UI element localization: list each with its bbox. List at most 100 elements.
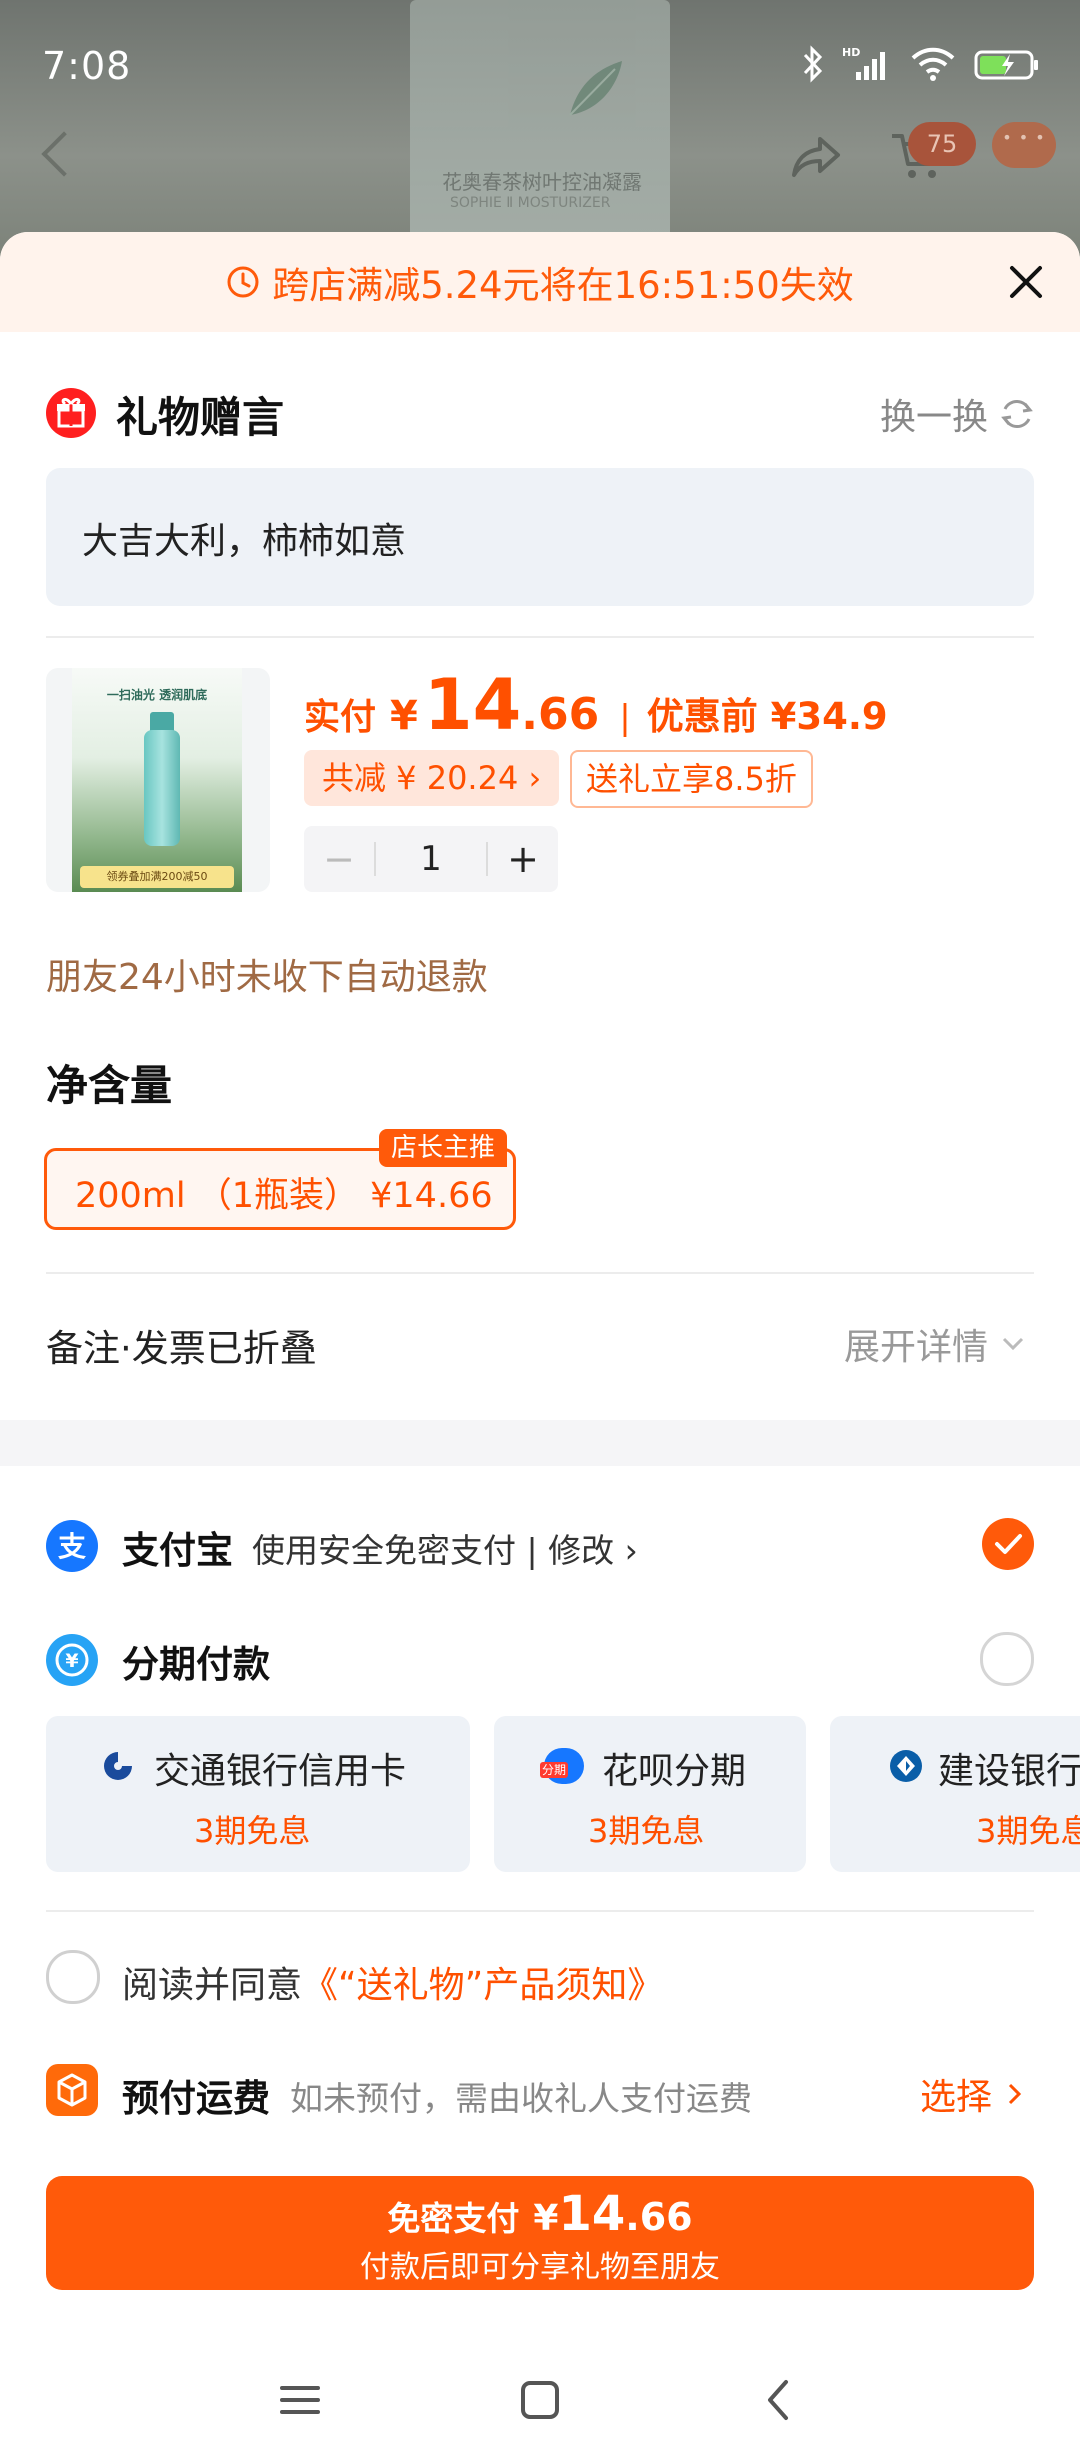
agreement-text: 阅读并同意《“送礼物”产品须知》 (122, 1956, 663, 2008)
product-image[interactable]: 一扫油光 透润肌底 领券叠加满200减50 (46, 668, 270, 892)
gift-discount-tag: 送礼立享8.5折 (570, 750, 813, 808)
gift-order-sheet: 跨店满减5.24元将在16:51:50失效 礼物赠言 换一换 大吉大利，柿柿如意… (0, 232, 1080, 2460)
agreement-checkbox[interactable] (46, 1950, 100, 2004)
spec-option-200ml[interactable]: 200ml （1瓶装） ¥14.66 店长主推 (44, 1129, 516, 1230)
price-currency: ¥ (390, 693, 418, 739)
installment-option-ccb[interactable]: 建设银行 3期免息 (830, 1716, 1080, 1872)
checkmark-icon (995, 1534, 1022, 1554)
divider (46, 1272, 1034, 1274)
agreement-link[interactable]: 《“送礼物”产品须知》 (302, 1965, 663, 2006)
installment-option-name: 建设银行 (938, 1751, 1080, 1792)
payment-option-alipay[interactable]: 支 支付宝 使用安全免密支付 | 修改 › (46, 1516, 1034, 1576)
shipping-box-icon (46, 2064, 98, 2116)
close-icon[interactable] (1000, 256, 1052, 308)
swap-message-button[interactable]: 换一换 (880, 388, 1036, 440)
background-product-caption: 花奥春茶树叶控油凝露 (442, 170, 642, 194)
status-bar: 7:08 HD (0, 0, 1080, 130)
gift-message-title: 礼物赠言 (116, 393, 285, 442)
prepay-shipping-name: 预付运费 (122, 2077, 270, 2120)
battery-icon (974, 50, 1038, 80)
product-image-card: 一扫油光 透润肌底 领券叠加满200减50 (72, 668, 242, 892)
status-icons: HD (802, 44, 1040, 84)
installment-option-huabei[interactable]: 分期 花呗分期 3期免息 (494, 1716, 806, 1872)
ccb-logo-icon (890, 1750, 922, 1782)
installment-option-name: 交通银行信用卡 (154, 1751, 407, 1792)
huabei-logo-badge: 分期 (540, 1762, 569, 1778)
agreement-row: 阅读并同意《“送礼物”产品须知》 (46, 1950, 1034, 2006)
bluetooth-icon (803, 45, 823, 83)
pay-button-currency: ¥ (533, 2198, 559, 2239)
alipay-icon: 支 (46, 1520, 98, 1572)
installment-yen-icon: ¥ (46, 1634, 98, 1686)
home-icon[interactable] (510, 2370, 570, 2430)
pay-button[interactable]: 免密支付 ¥ 14 .66 付款后即可分享礼物至朋友 (46, 2176, 1034, 2290)
refresh-icon (1001, 399, 1033, 429)
gift-message-box[interactable]: 大吉大利，柿柿如意 (46, 468, 1034, 606)
alipay-radio-selected[interactable] (982, 1518, 1034, 1570)
spec-option-label: 200ml （1瓶装） ¥14.66 (75, 1176, 493, 1216)
prepay-shipping-desc: 如未预付，需由收礼人支付运费 (290, 2079, 752, 2118)
price-row: 实付 ¥ 14 .66 | 优惠前 ¥34.9 (304, 664, 888, 746)
gift-message-header: 礼物赠言 换一换 (46, 382, 1036, 442)
pay-button-label: 免密支付 (387, 2199, 520, 2238)
installment-option-sub: 3期免息 (194, 1812, 311, 1850)
prepay-shipping-row[interactable]: 预付运费 如未预付，需由收礼人支付运费 选择 (46, 2062, 1034, 2122)
recommended-badge: 店长主推 (379, 1129, 508, 1167)
quantity-value[interactable]: 1 (374, 842, 488, 876)
huabei-logo-icon: 分期 (540, 1748, 584, 1784)
quantity-increase-button[interactable]: + (488, 837, 558, 881)
spec-title: 净含量 (46, 1061, 173, 1110)
installment-option-sub: 3期免息 (588, 1812, 705, 1850)
agreement-label: 阅读并同意 (122, 1965, 303, 2006)
background-product-sub: SOPHIE Ⅱ MOSTURIZER (450, 195, 611, 211)
chevron-down-icon (1002, 1337, 1024, 1351)
price-label: 实付 (304, 697, 377, 738)
pay-button-amount-int: 14 (558, 2186, 626, 2242)
shipping-select-button[interactable]: 选择 (920, 2068, 1026, 2120)
back-icon (41, 131, 87, 177)
svg-text:¥: ¥ (65, 1650, 78, 1672)
expand-details-button[interactable]: 展开详情 (844, 1318, 1028, 1370)
clock-icon (227, 266, 259, 298)
promo-banner: 跨店满减5.24元将在16:51:50失效 (0, 232, 1080, 332)
discount-tag[interactable]: 共减 ¥ 20.24 › (304, 750, 560, 806)
refund-note: 朋友24小时未收下自动退款 (46, 957, 488, 998)
price-decimal: .66 (521, 689, 600, 740)
product-image-footer: 领券叠加满200减50 (80, 866, 234, 888)
product-image-headline: 一扫油光 透润肌底 (106, 688, 208, 702)
payment-option-installment[interactable]: ¥ 分期付款 (46, 1630, 1034, 1690)
bottle-icon (144, 730, 180, 846)
gift-message-text: 大吉大利，柿柿如意 (82, 521, 407, 562)
signal-icon: HD (842, 46, 885, 80)
quantity-decrease-button[interactable]: − (304, 837, 374, 881)
divider (46, 636, 1034, 638)
installment-radio[interactable] (980, 1632, 1034, 1686)
wifi-icon (911, 47, 955, 81)
svg-text:支: 支 (58, 1530, 86, 1563)
installment-option-name: 花呗分期 (602, 1751, 747, 1792)
back-nav-icon[interactable] (750, 2370, 810, 2430)
price-integer: 14 (423, 664, 522, 746)
notes-invoice-row[interactable]: 备注·发票已折叠 展开详情 (46, 1314, 1034, 1374)
pay-button-subtitle: 付款后即可分享礼物至朋友 (360, 2250, 720, 2285)
installment-option-bocom[interactable]: 交通银行信用卡 3期免息 (46, 1716, 470, 1872)
svg-text:HD: HD (842, 46, 860, 59)
bocom-logo-icon (104, 1752, 132, 1780)
installment-options: 交通银行信用卡 3期免息 分期 花呗分期 3期免息 建设银行 3期免息 (46, 1716, 1080, 1876)
original-price: 优惠前 ¥34.9 (646, 695, 888, 738)
promo-text: 跨店满减5.24元将在16:51:50失效 (272, 264, 854, 307)
alipay-desc[interactable]: 使用安全免密支付 | 修改 › (252, 1524, 638, 1572)
expand-details-label: 展开详情 (843, 1327, 988, 1368)
section-gap (0, 1420, 1080, 1466)
shipping-select-label: 选择 (919, 2077, 992, 2118)
price-separator: | (619, 698, 631, 738)
notes-invoice-label: 备注·发票已折叠 (46, 1327, 317, 1370)
menu-icon[interactable] (270, 2370, 330, 2430)
pay-button-amount-line: 免密支付 ¥ 14 .66 (46, 2186, 1034, 2242)
status-time: 7:08 (42, 44, 132, 88)
share-icon (792, 137, 840, 177)
system-nav-bar (0, 2340, 1080, 2460)
swap-label: 换一换 (879, 397, 988, 438)
chevron-right-icon (1008, 2083, 1022, 2105)
installment-name: 分期付款 (122, 1643, 270, 1686)
